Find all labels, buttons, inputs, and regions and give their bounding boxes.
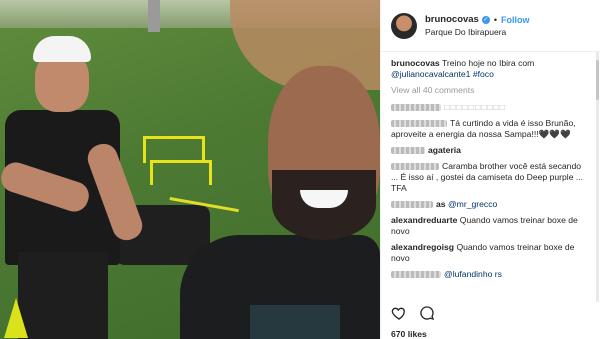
action-bar — [391, 305, 435, 321]
scrollbar-thumb[interactable] — [596, 60, 599, 100]
list-item: as @mr_grecco — [391, 199, 590, 210]
comment-username[interactable]: as — [436, 199, 446, 209]
caption-username[interactable]: brunocovas — [391, 58, 440, 68]
avatar[interactable] — [391, 12, 417, 39]
comment-username[interactable]: alexandregoisg — [391, 242, 454, 252]
verified-badge-icon: ✓ — [481, 15, 490, 24]
comment-username[interactable]: agateria — [428, 145, 461, 155]
comment-icon[interactable] — [419, 305, 435, 321]
selfie-person — [180, 60, 380, 339]
instagram-post: brunocovas ✓ • Follow Parque Do Ibirapue… — [0, 0, 600, 339]
view-all-comments-link[interactable]: View all 40 comments — [391, 85, 590, 96]
username-link[interactable]: brunocovas — [425, 14, 479, 26]
list-item: Caramba brother você está secando ... É … — [391, 161, 590, 194]
caption-hashtag[interactable]: #foco — [473, 69, 494, 79]
post-sidebar: brunocovas ✓ • Follow Parque Do Ibirapue… — [380, 0, 600, 339]
blurred-username — [391, 163, 439, 171]
location-link[interactable]: Parque Do Ibirapuera — [425, 26, 530, 38]
comment-username[interactable]: alexandreduarte — [391, 215, 457, 225]
caption-text: Treino hoje no Ibira com — [441, 58, 535, 68]
blurred-username — [391, 271, 441, 279]
emoji-row: □□□□□□□□□□ — [444, 102, 506, 112]
blurred-username — [391, 104, 441, 112]
comment-mention[interactable]: @lufandinho rs — [444, 269, 502, 279]
list-item: Tá curtindo a vida é isso Brunão, aprove… — [391, 118, 590, 140]
blurred-username — [391, 147, 425, 155]
list-item: alexandregoisg Quando vamos treinar boxe… — [391, 242, 590, 264]
blurred-username — [391, 120, 447, 128]
caption-mention[interactable]: @julianocavalcante1 — [391, 69, 470, 79]
list-item: □□□□□□□□□□ — [391, 102, 590, 113]
blurred-username — [391, 201, 433, 209]
list-item: alexandreduarte Quando vamos treinar box… — [391, 215, 590, 237]
post-header: brunocovas ✓ • Follow Parque Do Ibirapue… — [381, 0, 600, 52]
separator-dot: • — [493, 14, 498, 25]
follow-button[interactable]: Follow — [501, 14, 530, 26]
comments-list: brunocovas Treino hoje no Ibira com @jul… — [381, 52, 600, 306]
list-item: @lufandinho rs — [391, 269, 590, 280]
trainer-person — [0, 22, 150, 339]
post-photo[interactable] — [0, 0, 380, 339]
training-cone — [4, 298, 28, 338]
comment-mention[interactable]: @mr_grecco — [448, 199, 497, 209]
likes-count[interactable]: 670 likes — [391, 329, 427, 339]
heart-icon[interactable] — [391, 305, 407, 321]
caption: brunocovas Treino hoje no Ibira com @jul… — [391, 58, 590, 80]
list-item: agateria — [391, 145, 590, 156]
